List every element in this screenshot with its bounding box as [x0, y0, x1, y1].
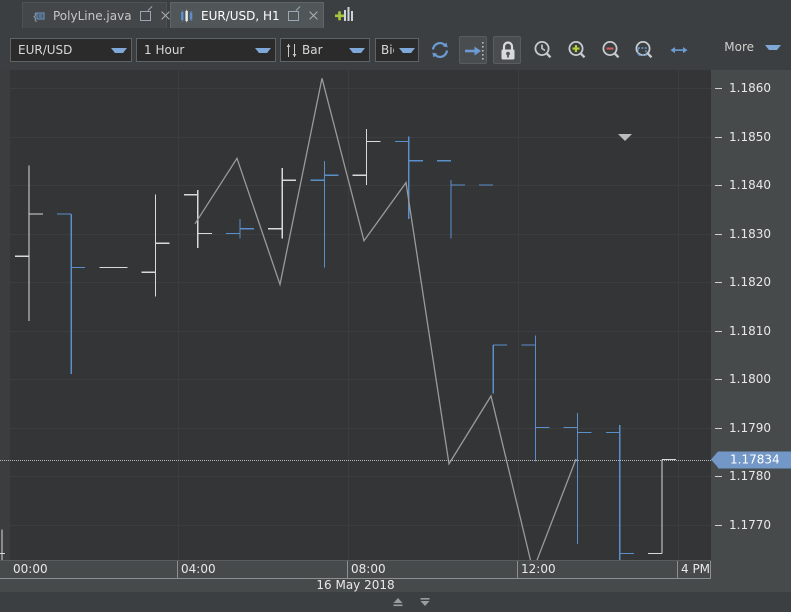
bottom-bar: [0, 592, 791, 612]
price-tick: [715, 88, 722, 89]
time-tick-label: 4 PM: [678, 561, 711, 578]
ohlc-bar: [437, 160, 465, 239]
price-chart[interactable]: [0, 70, 712, 560]
price-tick: [715, 330, 722, 332]
zoom-time-button[interactable]: [529, 36, 557, 64]
candlestick-icon: [180, 9, 194, 23]
time-axis-date: 16 May 2018: [316, 578, 395, 592]
tab-bar: { PolyLine.java EUR/USD, H1: [0, 0, 791, 31]
java-file-icon: {: [32, 9, 46, 23]
current-price-line: [0, 459, 711, 461]
price-tick: [715, 233, 722, 235]
price-tick-label: 1.1770: [729, 517, 771, 532]
chart-type-value: Bar: [302, 43, 323, 57]
timeframe-select[interactable]: 1 Hour: [136, 38, 276, 62]
ohlc-bar: [141, 194, 170, 297]
price-tick: [715, 524, 722, 526]
close-icon[interactable]: [307, 9, 320, 22]
scroll-to-bottom-button[interactable]: [417, 595, 433, 609]
ohlc-bar: [352, 129, 381, 185]
symbol-select[interactable]: EUR/USD: [10, 38, 132, 62]
symbol-value: EUR/USD: [18, 43, 73, 57]
zoom-out-button[interactable]: [597, 36, 625, 64]
ohlc-bar: [226, 218, 254, 239]
chevron-down-icon: [399, 47, 415, 53]
ohlc-bar: [605, 425, 634, 560]
ohlc-bar: [563, 412, 592, 544]
polyline-indicator: [194, 78, 577, 560]
price-side-select[interactable]: Bid: [375, 38, 419, 62]
maximize-icon[interactable]: [287, 9, 300, 22]
chevron-down-icon: [255, 47, 271, 53]
price-tick-label: 1.1860: [729, 81, 771, 95]
ohlc-bar: [57, 213, 86, 375]
price-tick-label: 1.1830: [729, 226, 771, 241]
ohlc-bar: [310, 160, 339, 268]
price-tick: [715, 185, 722, 186]
fit-width-button[interactable]: [665, 36, 693, 64]
price-tick: [715, 427, 722, 429]
current-price-badge: 1.17834: [711, 451, 791, 468]
time-tick-label: 08:00: [348, 561, 518, 578]
price-tick-label: 1.1780: [729, 469, 771, 483]
zoom-region-button[interactable]: [630, 36, 658, 64]
add-chart-tab[interactable]: [331, 4, 357, 26]
chart-toolbar: EUR/USD 1 Hour Bar Bid: [0, 30, 791, 70]
tab-polyline-java[interactable]: { PolyLine.java: [22, 2, 170, 28]
price-tick-label: 1.1820: [729, 275, 771, 289]
refresh-button[interactable]: [426, 36, 454, 64]
ohlc-bar: [648, 458, 676, 555]
chart-top-marker: [618, 134, 632, 141]
bar-type-icon: [286, 43, 297, 57]
more-label: More: [724, 40, 754, 54]
price-tick-label: 1.1810: [729, 323, 771, 338]
time-axis[interactable]: 16 May 2018 00:00 04:00 08:00 12:00 4 PM: [0, 560, 711, 592]
time-tick-label: 00:00: [10, 561, 178, 578]
price-tick: [715, 282, 722, 283]
chart-window: { PolyLine.java EUR/USD, H1 EUR/USD 1 Ho…: [0, 0, 791, 612]
ohlc-bar: [15, 165, 43, 321]
price-tick: [715, 379, 722, 380]
chevron-down-icon: [349, 47, 365, 53]
zoom-in-button[interactable]: [563, 36, 591, 64]
timeframe-value: 1 Hour: [144, 43, 185, 57]
ohlc-bar: [394, 136, 423, 219]
price-tick-label: 1.1840: [729, 178, 771, 192]
scroll-to-end-button[interactable]: [459, 36, 487, 64]
maximize-icon[interactable]: [139, 9, 152, 22]
ohlc-bar: [0, 529, 5, 560]
price-tick-label: 1.1790: [729, 420, 771, 435]
time-tick-label: 04:00: [178, 561, 348, 578]
ohlc-bar: [521, 335, 550, 462]
price-tick-label: 1.1850: [729, 129, 771, 144]
price-tick: [715, 476, 722, 477]
chevron-down-icon: [765, 44, 781, 50]
chart-type-select[interactable]: Bar: [280, 38, 370, 62]
chevron-down-icon: [111, 47, 127, 53]
more-button[interactable]: More: [724, 40, 781, 54]
price-tick: [715, 136, 722, 138]
axis-corner: [711, 560, 791, 592]
price-axis[interactable]: 1.1860 1.1850 1.1840 1.1830 1.1820 1.1810 1.18…: [711, 70, 791, 580]
ohlc-bars-layer: [0, 78, 676, 560]
price-side-value: Bid: [381, 43, 394, 57]
scroll-to-top-button[interactable]: [390, 595, 406, 609]
tab-eurusd-h1[interactable]: EUR/USD, H1: [170, 2, 324, 28]
lock-scale-button[interactable]: [493, 36, 521, 64]
tab-label: EUR/USD, H1: [201, 8, 280, 23]
price-tick-label: 1.1800: [729, 372, 771, 386]
time-tick-label: 12:00: [518, 561, 678, 578]
ohlc-bar: [479, 184, 508, 394]
tab-label: PolyLine.java: [53, 8, 132, 23]
